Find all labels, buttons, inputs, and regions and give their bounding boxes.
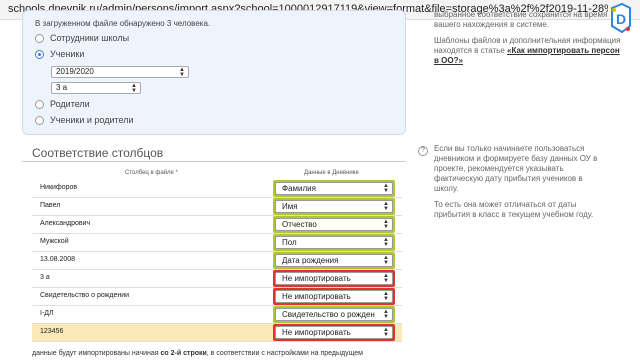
- field-select-value: Не импортировать: [282, 292, 351, 301]
- select-arrows-icon: ▲ ▼: [179, 67, 185, 78]
- section-title: Соответствие столбцов: [32, 146, 164, 160]
- field-select-value: Не импортировать: [282, 328, 351, 337]
- mapping-row: Свидетельство о рождении Не импортироват…: [32, 288, 402, 306]
- select-arrows-icon: ▲ ▼: [131, 83, 137, 94]
- radio-icon[interactable]: [35, 33, 44, 43]
- radio-label: Родители: [50, 99, 90, 109]
- radio-icon[interactable]: [35, 99, 44, 109]
- radio-icon[interactable]: [35, 115, 44, 125]
- class-select[interactable]: 3 а ▲ ▼: [51, 82, 141, 94]
- import-start-note: данные будут импортированы начиная со 2-…: [32, 350, 363, 357]
- note-text: , в соответствии с настройками на предыд…: [206, 350, 363, 357]
- year-select-value: 2019/2020: [56, 67, 94, 76]
- select-arrows-icon: ▲ ▼: [383, 309, 389, 320]
- field-select[interactable]: Не импортировать ▲ ▼: [275, 272, 393, 285]
- clipped-note: В загруженном файле обнаружено 3 человек…: [35, 19, 211, 28]
- info-text: То есть она может отличаться от даты при…: [434, 200, 594, 219]
- file-value: Никифоров: [40, 184, 78, 191]
- info-bottom: Если вы только начинаете пользоваться дн…: [434, 144, 609, 226]
- divider: [22, 161, 406, 162]
- radio-label: Сотрудники школы: [50, 33, 130, 43]
- select-arrows-icon: ▲ ▼: [383, 201, 389, 212]
- note-text: данные будут импортированы начиная: [32, 350, 159, 357]
- radio-label: Ученики: [50, 49, 85, 59]
- file-value: 123456: [40, 328, 64, 335]
- select-arrows-icon: ▲ ▼: [383, 219, 389, 230]
- info-text: Если вы только начинаете пользоваться дн…: [434, 144, 598, 193]
- field-select-frame: Имя ▲ ▼: [273, 198, 395, 215]
- year-select[interactable]: 2019/2020 ▲ ▼: [51, 66, 189, 78]
- field-select-frame: Пол ▲ ▼: [273, 234, 395, 251]
- radio-label: Ученики и родители: [50, 115, 134, 125]
- class-select-value: 3 а: [56, 83, 68, 92]
- field-select-frame: Не импортировать ▲ ▼: [273, 324, 395, 341]
- file-value: Александрович: [40, 220, 91, 227]
- file-value: 3 а: [40, 274, 50, 281]
- select-arrows-icon: ▲ ▼: [383, 183, 389, 194]
- mapping-row: I-ДЛ Свидетельство о рожден ▲ ▼: [32, 306, 402, 324]
- field-select[interactable]: Фамилия ▲ ▼: [275, 182, 393, 195]
- field-select[interactable]: Пол ▲ ▼: [275, 236, 393, 249]
- radio-students[interactable]: Ученики: [35, 49, 84, 59]
- select-arrows-icon: ▲ ▼: [383, 327, 389, 338]
- field-select-value: Дата рождения: [282, 256, 339, 265]
- field-select[interactable]: Имя ▲ ▼: [275, 200, 393, 213]
- field-select-value: Не импортировать: [282, 274, 351, 283]
- file-value: Мужской: [40, 238, 69, 245]
- radio-students-parents[interactable]: Ученики и родители: [35, 115, 134, 125]
- select-arrows-icon: ▲ ▼: [383, 291, 389, 302]
- column-header-file: Столбец в файле *: [125, 170, 178, 176]
- field-select[interactable]: Не импортировать ▲ ▼: [275, 326, 393, 339]
- field-select-value: Отчество: [282, 220, 317, 229]
- radio-staff[interactable]: Сотрудники школы: [35, 33, 129, 43]
- file-value: I-ДЛ: [40, 310, 54, 317]
- field-select-value: Свидетельство о рожден: [282, 310, 375, 319]
- field-select-frame: Не импортировать ▲ ▼: [273, 270, 395, 287]
- field-select-value: Имя: [282, 202, 298, 211]
- field-select-value: Пол: [282, 238, 297, 247]
- field-select-frame: Дата рождения ▲ ▼: [273, 252, 395, 269]
- mapping-row: Александрович Отчество ▲ ▼: [32, 216, 402, 234]
- info-top: выбранное соответствие сохранится на вре…: [434, 10, 624, 72]
- column-header-diary: Данные в Дневнике: [304, 170, 359, 176]
- mapping-row: Павел Имя ▲ ▼: [32, 198, 402, 216]
- field-select-frame: Фамилия ▲ ▼: [273, 180, 395, 197]
- field-select[interactable]: Отчество ▲ ▼: [275, 218, 393, 231]
- select-arrows-icon: ▲ ▼: [383, 273, 389, 284]
- import-options-panel: В загруженном файле обнаружено 3 человек…: [22, 10, 406, 135]
- mapping-row: Никифоров Фамилия ▲ ▼: [32, 180, 402, 198]
- field-select-frame: Не импортировать ▲ ▼: [273, 288, 395, 305]
- field-select-frame: Отчество ▲ ▼: [273, 216, 395, 233]
- field-select[interactable]: Свидетельство о рожден ▲ ▼: [275, 308, 393, 321]
- file-value: Свидетельство о рождении: [40, 292, 130, 299]
- field-select-frame: Свидетельство о рожден ▲ ▼: [273, 306, 395, 323]
- field-select[interactable]: Не импортировать ▲ ▼: [275, 290, 393, 303]
- field-select[interactable]: Дата рождения ▲ ▼: [275, 254, 393, 267]
- mapping-row-highlighted: 123456 Не импортировать ▲ ▼: [32, 324, 402, 342]
- select-arrows-icon: ▲ ▼: [383, 237, 389, 248]
- field-select-value: Фамилия: [282, 184, 316, 193]
- note-bold-text: со 2-й строки: [160, 350, 207, 357]
- file-value: Павел: [40, 202, 61, 209]
- select-arrows-icon: ▲ ▼: [383, 255, 389, 266]
- file-value: 13.08.2008: [40, 256, 76, 263]
- mapping-row: 3 а Не импортировать ▲ ▼: [32, 270, 402, 288]
- help-icon: ?: [418, 146, 428, 156]
- mapping-row: Мужской Пол ▲ ▼: [32, 234, 402, 252]
- radio-selected-icon[interactable]: [35, 49, 44, 59]
- mapping-row: 13.08.2008 Дата рождения ▲ ▼: [32, 252, 402, 270]
- info-text: выбранное соответствие сохранится на вре…: [434, 10, 608, 29]
- radio-parents[interactable]: Родители: [35, 99, 90, 109]
